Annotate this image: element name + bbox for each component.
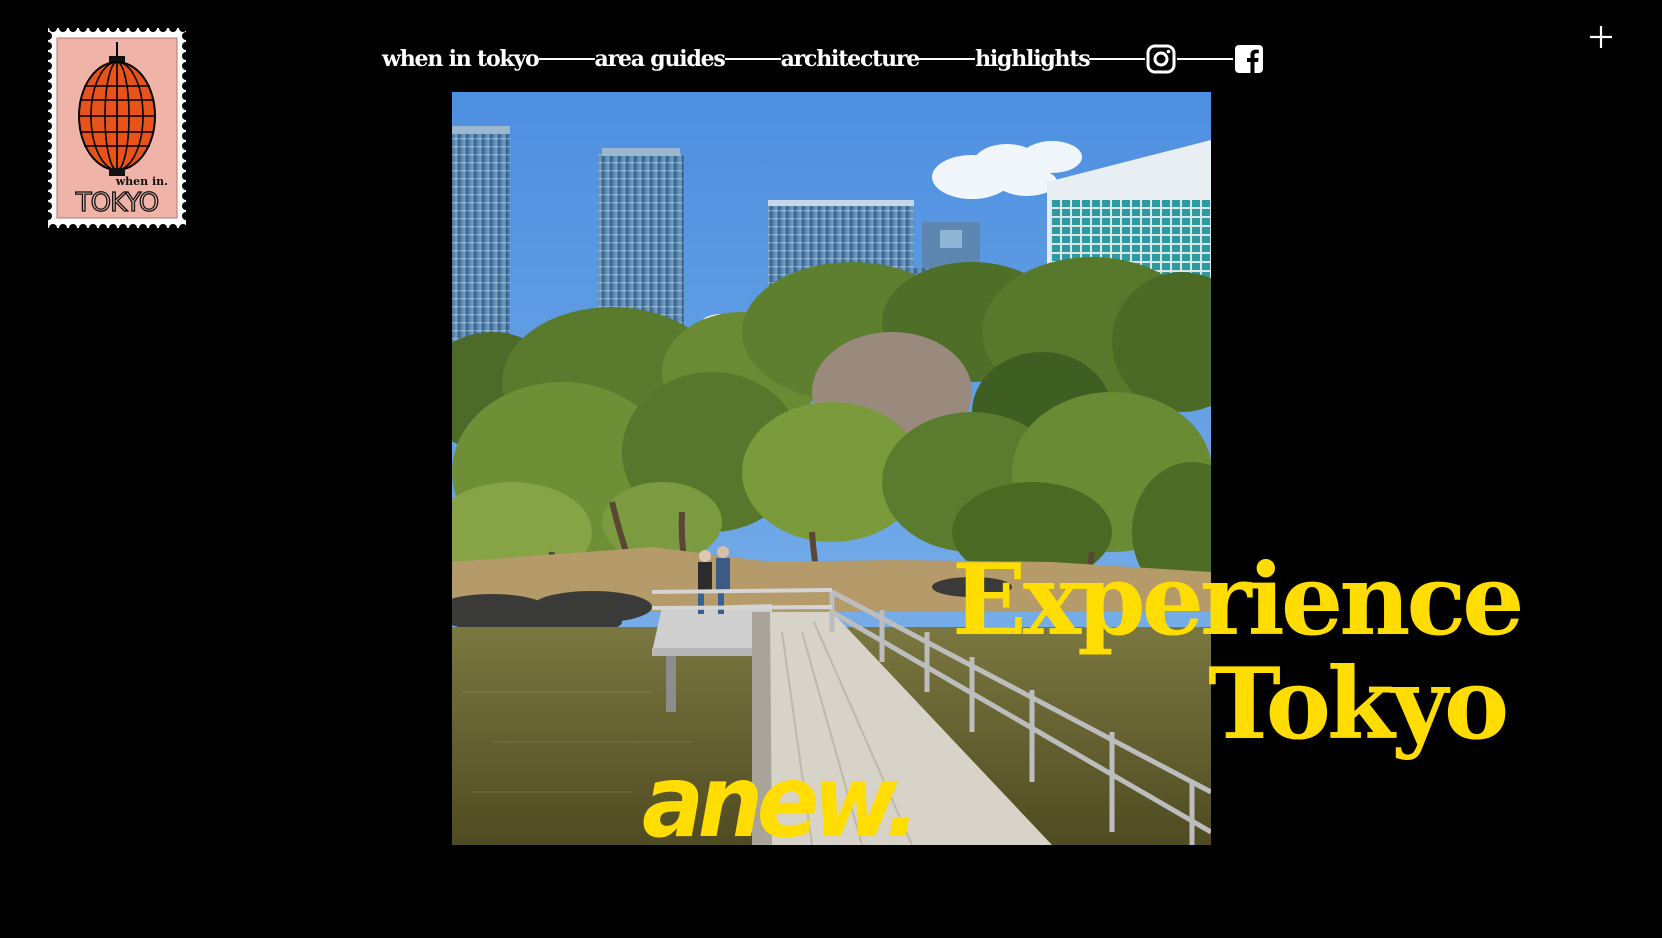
nav-item-highlights[interactable]: highlights [975,46,1091,72]
hero-tagline: anew. [642,743,920,860]
instagram-icon[interactable] [1145,43,1177,75]
plus-icon[interactable] [1586,22,1616,52]
facebook-icon[interactable] [1233,43,1265,75]
nav-divider [538,58,595,60]
nav-item-when-in-tokyo[interactable]: when in tokyo [382,46,540,72]
hero-headline-line2: Tokyo [1208,647,1509,762]
hero-image [452,92,1211,845]
hero-headline-line1: Experience [952,543,1524,658]
nav-divider [1089,58,1146,60]
when-in-tokyo-logo[interactable]: when in. TOKYO [48,28,186,228]
nav-divider [919,58,976,60]
nav-divider [1177,58,1234,60]
page: when in. TOKYO when in tokyo area guides… [0,0,1662,938]
nav-item-architecture[interactable]: architecture [781,46,921,72]
main-nav: when in tokyo area guides architecture h… [382,38,1265,80]
nav-divider [724,58,781,60]
stamp-big-text: TOKYO [75,188,158,218]
nav-item-area-guides[interactable]: area guides [595,46,726,72]
stamp-small-text: when in. [115,175,168,188]
